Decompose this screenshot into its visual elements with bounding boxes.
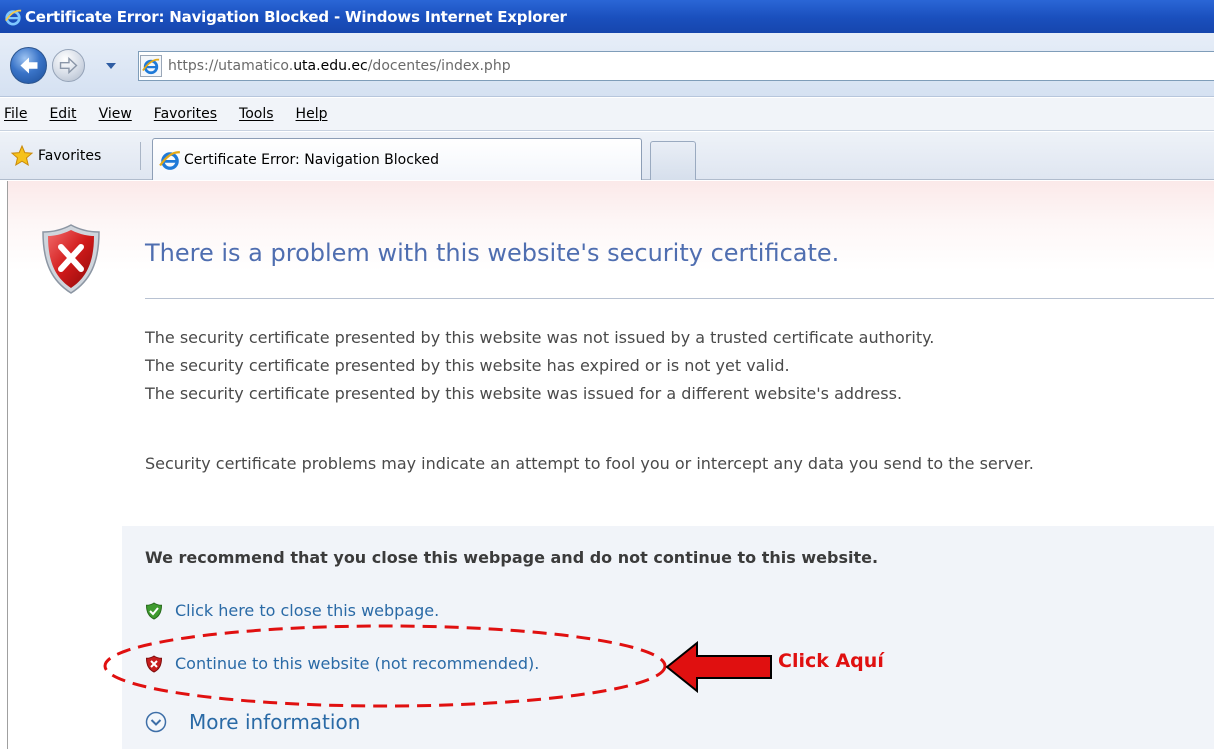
menu-file[interactable]: File bbox=[4, 106, 27, 122]
heading-divider bbox=[145, 298, 1214, 299]
back-arrow-icon bbox=[20, 57, 38, 74]
click-here-annotation: Click Aquí bbox=[778, 650, 884, 672]
menu-favorites[interactable]: Favorites bbox=[154, 106, 217, 122]
highlight-ellipse bbox=[103, 624, 667, 708]
ie-logo-icon bbox=[5, 9, 22, 26]
chevron-down-circle-icon bbox=[145, 711, 167, 733]
ie-logo-icon bbox=[159, 150, 181, 170]
favorites-label: Favorites bbox=[38, 148, 102, 164]
page-content: There is a problem with this website's s… bbox=[0, 181, 1214, 749]
menu-view[interactable]: View bbox=[99, 106, 132, 122]
reason-untrusted-authority: The security certificate presented by th… bbox=[145, 328, 935, 347]
content-left-edge bbox=[0, 181, 8, 749]
more-information-toggle[interactable]: More information bbox=[145, 710, 360, 734]
back-button[interactable] bbox=[10, 47, 47, 84]
certificate-reasons: The security certificate presented by th… bbox=[145, 324, 934, 408]
page-title: There is a problem with this website's s… bbox=[145, 239, 840, 267]
favorites-button[interactable]: Favorites bbox=[10, 144, 101, 168]
recommendation-text: We recommend that you close this webpage… bbox=[145, 548, 879, 567]
address-bar[interactable]: https://utamatico.uta.edu.ec/docentes/in… bbox=[138, 51, 1214, 81]
star-icon bbox=[10, 144, 34, 167]
reason-address-mismatch: The security certificate presented by th… bbox=[145, 384, 903, 403]
favorites-bar: Favorites Certificate Error: Navigation … bbox=[0, 132, 1214, 180]
close-webpage-link[interactable]: Click here to close this webpage. bbox=[145, 601, 439, 620]
toolbar-divider bbox=[140, 142, 141, 170]
forward-arrow-icon bbox=[59, 56, 78, 75]
menu-edit[interactable]: Edit bbox=[49, 106, 76, 122]
navigation-bar: https://utamatico.uta.edu.ec/docentes/in… bbox=[0, 33, 1214, 97]
url-prefix: https://utamatico. bbox=[168, 58, 294, 74]
page-ie-icon bbox=[140, 55, 162, 77]
recent-pages-dropdown-icon[interactable] bbox=[104, 60, 118, 72]
green-shield-check-icon bbox=[145, 601, 163, 620]
window-titlebar: Certificate Error: Navigation Blocked - … bbox=[0, 0, 1214, 33]
security-warning-text: Security certificate problems may indica… bbox=[145, 454, 1034, 473]
menu-help[interactable]: Help bbox=[296, 106, 328, 122]
pointer-arrow-icon bbox=[665, 641, 772, 693]
url-text[interactable]: https://utamatico.uta.edu.ec/docentes/in… bbox=[168, 58, 1168, 74]
menu-bar: File Edit View Favorites Tools Help bbox=[0, 98, 1214, 131]
window-title: Certificate Error: Navigation Blocked - … bbox=[25, 7, 567, 26]
url-domain: uta.edu.ec bbox=[293, 58, 368, 74]
security-shield-error-icon bbox=[42, 224, 100, 294]
tab-label: Certificate Error: Navigation Blocked bbox=[184, 151, 440, 168]
close-webpage-link-text[interactable]: Click here to close this webpage. bbox=[175, 601, 439, 620]
url-path: /docentes/index.php bbox=[367, 58, 511, 74]
more-information-text: More information bbox=[189, 710, 361, 734]
new-tab-button[interactable] bbox=[650, 141, 696, 180]
forward-button[interactable] bbox=[52, 49, 85, 82]
menu-tools[interactable]: Tools bbox=[239, 106, 274, 122]
tab-certificate-error[interactable]: Certificate Error: Navigation Blocked bbox=[152, 138, 642, 180]
reason-expired: The security certificate presented by th… bbox=[145, 356, 790, 375]
